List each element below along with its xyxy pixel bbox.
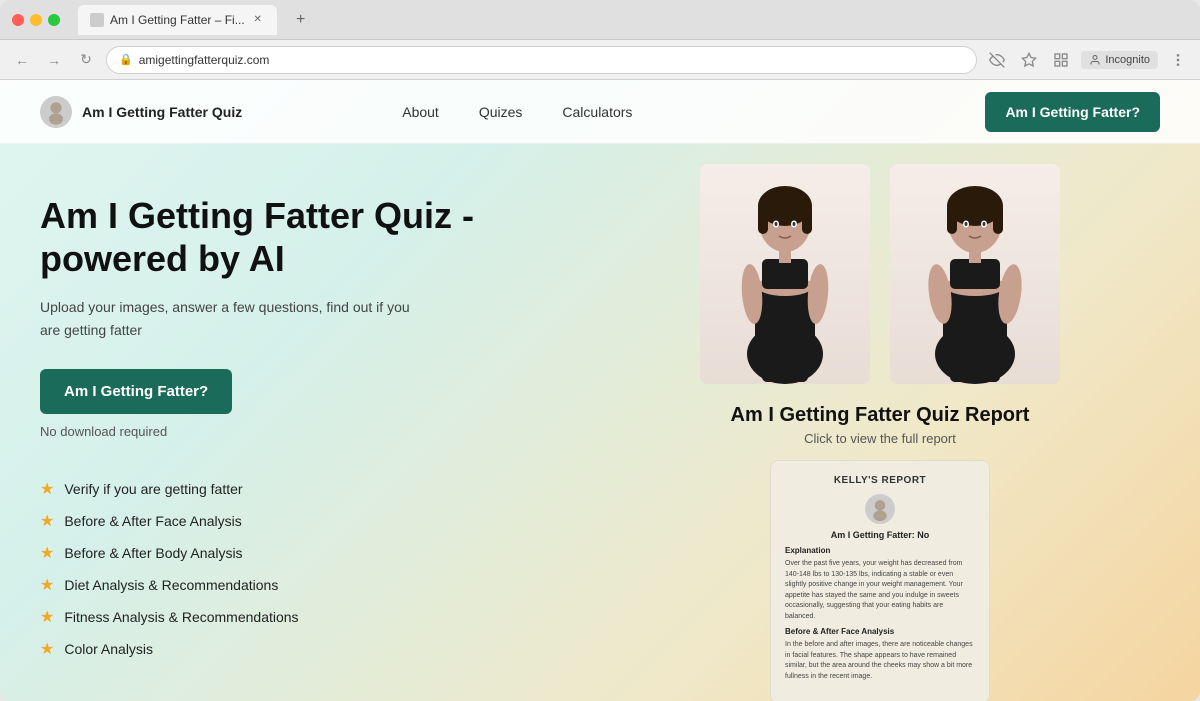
toolbar-right: Incognito (985, 48, 1190, 72)
traffic-lights (12, 14, 60, 26)
tab-title: Am I Getting Fatter – Fi... (110, 13, 245, 27)
right-column: Am I Getting Fatter Quiz Report Click to… (600, 144, 1160, 701)
report-verdict: Am I Getting Fatter: No (785, 530, 975, 540)
feature-text-1: Verify if you are getting fatter (64, 481, 242, 497)
menu-icon[interactable] (1166, 48, 1190, 72)
report-title: Am I Getting Fatter Quiz Report (731, 404, 1030, 427)
logo-text: Am I Getting Fatter Quiz (82, 104, 242, 120)
after-image (890, 164, 1060, 384)
forward-button[interactable]: → (42, 48, 66, 72)
incognito-button[interactable]: Incognito (1081, 51, 1158, 69)
address-bar[interactable]: 🔒 amigettingfatterquiz.com (106, 46, 977, 74)
nav-link-quizes[interactable]: Quizes (479, 104, 523, 120)
star-icon-6: ★ (40, 639, 54, 659)
feature-item-5: ★ Fitness Analysis & Recommendations (40, 607, 600, 627)
refresh-button[interactable]: ↻ (74, 48, 98, 72)
site-main: Am I Getting Fatter Quiz - powered by AI… (0, 144, 1200, 701)
back-button[interactable]: ← (10, 48, 34, 72)
features-list: ★ Verify if you are getting fatter ★ Bef… (40, 479, 600, 659)
feature-item-2: ★ Before & After Face Analysis (40, 511, 600, 531)
feature-text-4: Diet Analysis & Recommendations (64, 577, 278, 593)
star-icon-4: ★ (40, 575, 54, 595)
feature-text-3: Before & After Body Analysis (64, 545, 242, 561)
hero-subtitle: Upload your images, answer a few questio… (40, 296, 420, 341)
star-icon-1: ★ (40, 479, 54, 499)
report-preview-card[interactable]: KELLY'S REPORT Am I Getting Fatter: No E… (770, 460, 990, 701)
nav-cta-button[interactable]: Am I Getting Fatter? (985, 92, 1160, 132)
feature-item-1: ★ Verify if you are getting fatter (40, 479, 600, 499)
site-logo: Am I Getting Fatter Quiz (40, 96, 242, 128)
nav-link-calculators[interactable]: Calculators (562, 104, 632, 120)
website-content: Am I Getting Fatter Quiz About Quizes Ca… (0, 80, 1200, 701)
browser-toolbar: ← → ↻ 🔒 amigettingfatterquiz.com (0, 40, 1200, 80)
feature-text-5: Fitness Analysis & Recommendations (64, 609, 298, 625)
logo-avatar (40, 96, 72, 128)
browser-titlebar: Am I Getting Fatter – Fi... ✕ + (0, 0, 1200, 40)
feature-item-6: ★ Color Analysis (40, 639, 600, 659)
star-icon[interactable] (1017, 48, 1041, 72)
before-image (700, 164, 870, 384)
site-navigation: Am I Getting Fatter Quiz About Quizes Ca… (0, 80, 1200, 144)
minimize-window-button[interactable] (30, 14, 42, 26)
browser-tab[interactable]: Am I Getting Fatter – Fi... ✕ (78, 5, 277, 35)
hero-cta-button[interactable]: Am I Getting Fatter? (40, 369, 232, 414)
left-column: Am I Getting Fatter Quiz - powered by AI… (40, 144, 600, 701)
feature-text-6: Color Analysis (64, 641, 153, 657)
report-explanation-title: Explanation (785, 546, 975, 555)
eye-off-icon[interactable] (985, 48, 1009, 72)
report-avatar (865, 494, 895, 524)
star-icon-5: ★ (40, 607, 54, 627)
report-explanation-text: Over the past five years, your weight ha… (785, 559, 975, 619)
extensions-icon[interactable] (1049, 48, 1073, 72)
hero-title: Am I Getting Fatter Quiz - powered by AI (40, 194, 600, 280)
tab-close-button[interactable]: ✕ (251, 13, 265, 27)
incognito-label: Incognito (1105, 54, 1150, 66)
no-download-text: No download required (40, 424, 600, 439)
star-icon-2: ★ (40, 511, 54, 531)
nav-links: About Quizes Calculators (402, 104, 632, 120)
nav-cta: Am I Getting Fatter? (985, 92, 1160, 132)
maximize-window-button[interactable] (48, 14, 60, 26)
feature-text-2: Before & After Face Analysis (64, 513, 241, 529)
feature-item-4: ★ Diet Analysis & Recommendations (40, 575, 600, 595)
tab-favicon (90, 13, 104, 27)
new-tab-button[interactable]: + (289, 8, 313, 32)
report-section1-text: In the before and after images, there ar… (785, 640, 975, 680)
report-subtitle: Click to view the full report (804, 431, 956, 446)
url-display: amigettingfatterquiz.com (139, 53, 270, 67)
close-window-button[interactable] (12, 14, 24, 26)
before-after-images (700, 164, 1060, 384)
report-header: KELLY'S REPORT (785, 475, 975, 486)
star-icon-3: ★ (40, 543, 54, 563)
report-section1-title: Before & After Face Analysis (785, 627, 975, 636)
nav-link-about[interactable]: About (402, 104, 439, 120)
browser-window: Am I Getting Fatter – Fi... ✕ + ← → ↻ 🔒 … (0, 0, 1200, 701)
feature-item-3: ★ Before & After Body Analysis (40, 543, 600, 563)
